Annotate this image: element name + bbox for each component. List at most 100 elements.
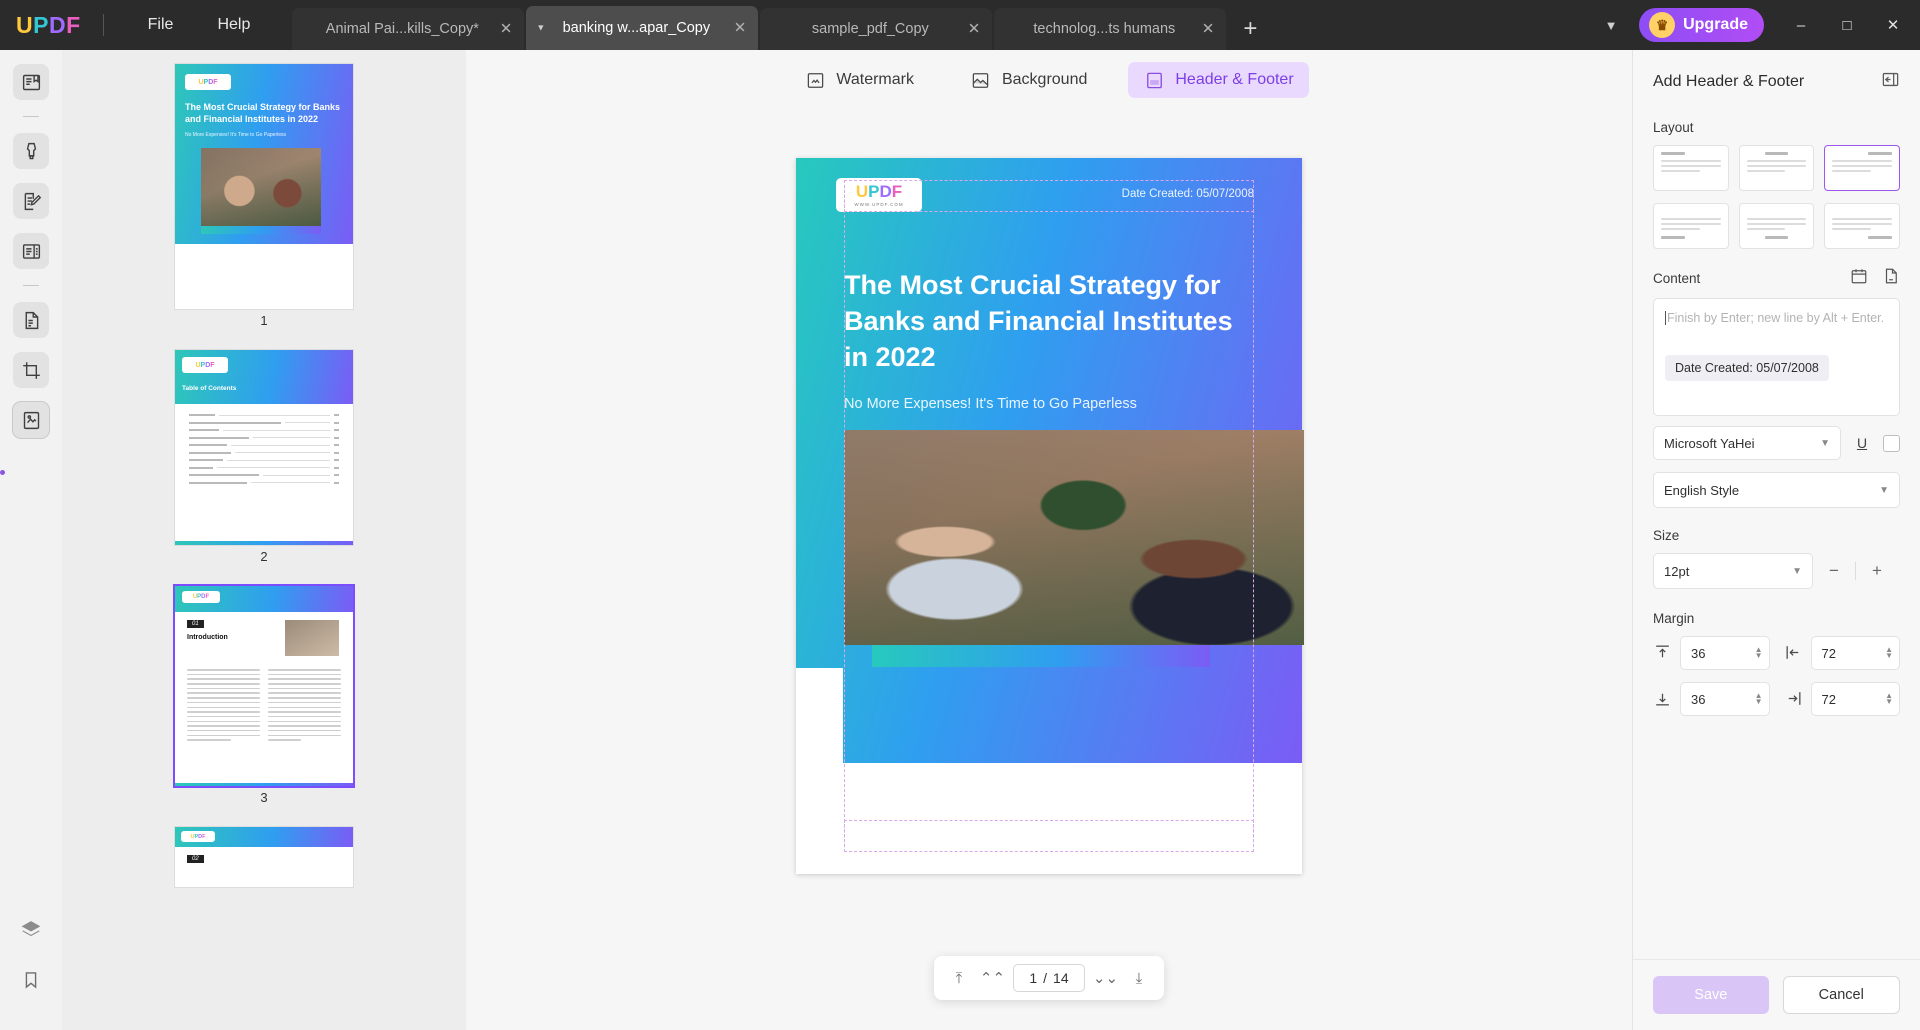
current-page: 1	[1029, 970, 1038, 986]
menu-help[interactable]: Help	[195, 0, 272, 50]
margin-bottom-input[interactable]: 36 ▲ ▼	[1680, 682, 1770, 716]
margin-bottom-spinner[interactable]: ▲ ▼	[1755, 692, 1763, 706]
next-page-button[interactable]: ⌄⌄	[1093, 969, 1119, 987]
thumb-image	[201, 148, 321, 226]
thumbnail-panel[interactable]: UPDF The Most Crucial Strategy for Banks…	[62, 50, 466, 1030]
margin-top-input[interactable]: 36 ▲ ▼	[1680, 636, 1770, 670]
font-size-select[interactable]: 12pt ▼	[1653, 553, 1813, 589]
tool-label: Background	[1001, 71, 1088, 88]
content-chip-date[interactable]: Date Created: 05/07/2008	[1665, 355, 1829, 382]
page-number-field[interactable]: 1 / 14	[1013, 964, 1085, 992]
close-icon[interactable]: ✕	[500, 22, 513, 37]
document-tab-1[interactable]: Animal Pai...kills_Copy* ✕	[292, 8, 525, 50]
page-separator: /	[1043, 970, 1048, 986]
margin-left-input[interactable]: 72 ▲ ▼	[1810, 636, 1900, 670]
layout-option-3[interactable]	[1824, 145, 1900, 191]
window-maximize-button[interactable]: □	[1824, 0, 1870, 50]
sidebar-item-annotate[interactable]	[13, 133, 49, 169]
close-icon[interactable]: ✕	[968, 22, 981, 37]
page-canvas-area[interactable]: UPDF WWW.UPDF.COM Date Created: 05/07/20…	[466, 102, 1632, 1030]
panel-footer: Save Cancel	[1633, 959, 1920, 1030]
tool-header-footer[interactable]: Header & Footer	[1128, 62, 1309, 98]
sidebar-item-convert[interactable]	[13, 302, 49, 338]
last-page-button[interactable]: ⤓	[1126, 970, 1152, 987]
app-body: UPDF The Most Crucial Strategy for Banks…	[0, 50, 1920, 1030]
sidebar-item-organize[interactable]	[13, 233, 49, 269]
margin-right-input[interactable]: 72 ▲ ▼	[1810, 682, 1900, 716]
layout-options-grid	[1653, 145, 1900, 249]
close-icon[interactable]: ✕	[734, 21, 747, 36]
thumbnail-page-3[interactable]: UPDF 01 Introduction	[175, 586, 353, 786]
thumb-logo: UPDF	[181, 831, 215, 842]
tab-label: Animal Pai...kills_Copy*	[325, 21, 479, 37]
upgrade-button[interactable]: ♛ Upgrade	[1639, 8, 1764, 42]
chevron-down-icon: ▼	[1879, 484, 1889, 496]
size-increase-button[interactable]: +	[1866, 561, 1888, 581]
margin-grid: 36 ▲ ▼ 72 ▲ ▼ 36 ▲ ▼ 72 ▲ ▼	[1653, 636, 1900, 716]
panel-header: Add Header & Footer	[1633, 50, 1920, 108]
font-family-select[interactable]: Microsoft YaHei ▼	[1653, 426, 1841, 460]
text-color-swatch[interactable]	[1883, 434, 1900, 452]
chevron-down-icon: ▼	[1792, 565, 1802, 577]
layout-option-6[interactable]	[1824, 203, 1900, 249]
thumbnail-number: 2	[260, 549, 268, 564]
size-decrease-button[interactable]: −	[1823, 561, 1845, 581]
thumbnail-page-1[interactable]: UPDF The Most Crucial Strategy for Banks…	[175, 64, 353, 309]
tool-background[interactable]: Background	[955, 62, 1102, 98]
margin-left-spinner[interactable]: ▲ ▼	[1885, 646, 1893, 660]
content-input-box[interactable]: Finish by Enter; new line by Alt + Enter…	[1653, 298, 1900, 416]
thumbnail-page-4[interactable]: UPDF 02	[175, 827, 353, 887]
document-tab-4[interactable]: technolog...ts humans ✕	[994, 8, 1227, 50]
thumb-title: Table of Contents	[182, 385, 237, 392]
page-title: Add Header & Footer	[1653, 73, 1805, 90]
new-tab-button[interactable]: +	[1228, 8, 1272, 50]
sidebar-item-page-edit[interactable]	[12, 401, 50, 439]
previous-page-button[interactable]: ⌃⌃	[980, 969, 1006, 987]
page-navigation-bar[interactable]: ⤒ ⌃⌃ 1 / 14 ⌄⌄ ⤓	[934, 956, 1164, 1000]
document-tab-3[interactable]: sample_pdf_Copy ✕	[760, 8, 993, 50]
window-close-button[interactable]: ✕	[1870, 0, 1916, 50]
thumbnail-page-2[interactable]: UPDF Table of Contents	[175, 350, 353, 545]
header-footer-icon	[1143, 69, 1165, 91]
layout-option-1[interactable]	[1653, 145, 1729, 191]
pdf-page[interactable]: UPDF WWW.UPDF.COM Date Created: 05/07/20…	[796, 158, 1304, 874]
content-placeholder: Finish by Enter; new line by Alt + Enter…	[1665, 311, 1885, 325]
rail-divider-1	[23, 116, 39, 117]
layout-option-2[interactable]	[1738, 145, 1815, 191]
margin-right-cell: 72 ▲ ▼	[1784, 682, 1900, 716]
margin-top-spinner[interactable]: ▲ ▼	[1755, 646, 1763, 660]
menu-file[interactable]: File	[126, 0, 196, 50]
sidebar-item-edit-pdf[interactable]	[13, 183, 49, 219]
save-button[interactable]: Save	[1653, 976, 1769, 1014]
layout-option-4[interactable]	[1653, 203, 1729, 249]
underline-button[interactable]: U	[1849, 435, 1875, 451]
cancel-button[interactable]: Cancel	[1782, 976, 1900, 1014]
margin-right-spinner[interactable]: ▲ ▼	[1885, 692, 1893, 706]
font-row: Microsoft YaHei ▼ U	[1653, 426, 1900, 460]
expand-panel-icon[interactable]	[1881, 70, 1900, 94]
sidebar-item-crop[interactable]	[13, 352, 49, 388]
chevron-down-icon[interactable]: ▼	[536, 23, 545, 33]
text-style-select[interactable]: English Style ▼	[1653, 472, 1900, 508]
document-tab-2[interactable]: ▼ banking w...apar_Copy ✕	[526, 6, 759, 50]
first-page-button[interactable]: ⤒	[946, 970, 972, 987]
page-number-icon[interactable]	[1882, 267, 1900, 290]
sidebar-item-layers[interactable]	[13, 912, 49, 948]
sidebar-item-bookmarks[interactable]	[13, 962, 49, 998]
crop-icon	[22, 361, 40, 379]
tab-list-chevron-down-icon[interactable]: ▼	[1589, 0, 1633, 50]
panel-body: Layout Content Finish by Enter; new line…	[1633, 108, 1920, 959]
thumb-hero: UPDF	[175, 586, 353, 612]
titlebar-left: U P D F File Help	[0, 0, 272, 50]
thumb-section-badge: 02	[187, 855, 204, 863]
close-icon[interactable]: ✕	[1202, 22, 1215, 37]
size-row: 12pt ▼ − +	[1653, 553, 1900, 589]
tool-watermark[interactable]: Watermark	[789, 62, 929, 98]
sidebar-item-reader[interactable]	[13, 64, 49, 100]
margin-bottom-icon	[1653, 689, 1673, 709]
layout-option-5[interactable]	[1738, 203, 1815, 249]
window-minimize-button[interactable]: –	[1778, 0, 1824, 50]
logo-letter-u: U	[16, 11, 34, 38]
calendar-icon[interactable]	[1850, 267, 1868, 290]
titlebar-right: ▼ ♛ Upgrade – □ ✕	[1589, 0, 1920, 50]
